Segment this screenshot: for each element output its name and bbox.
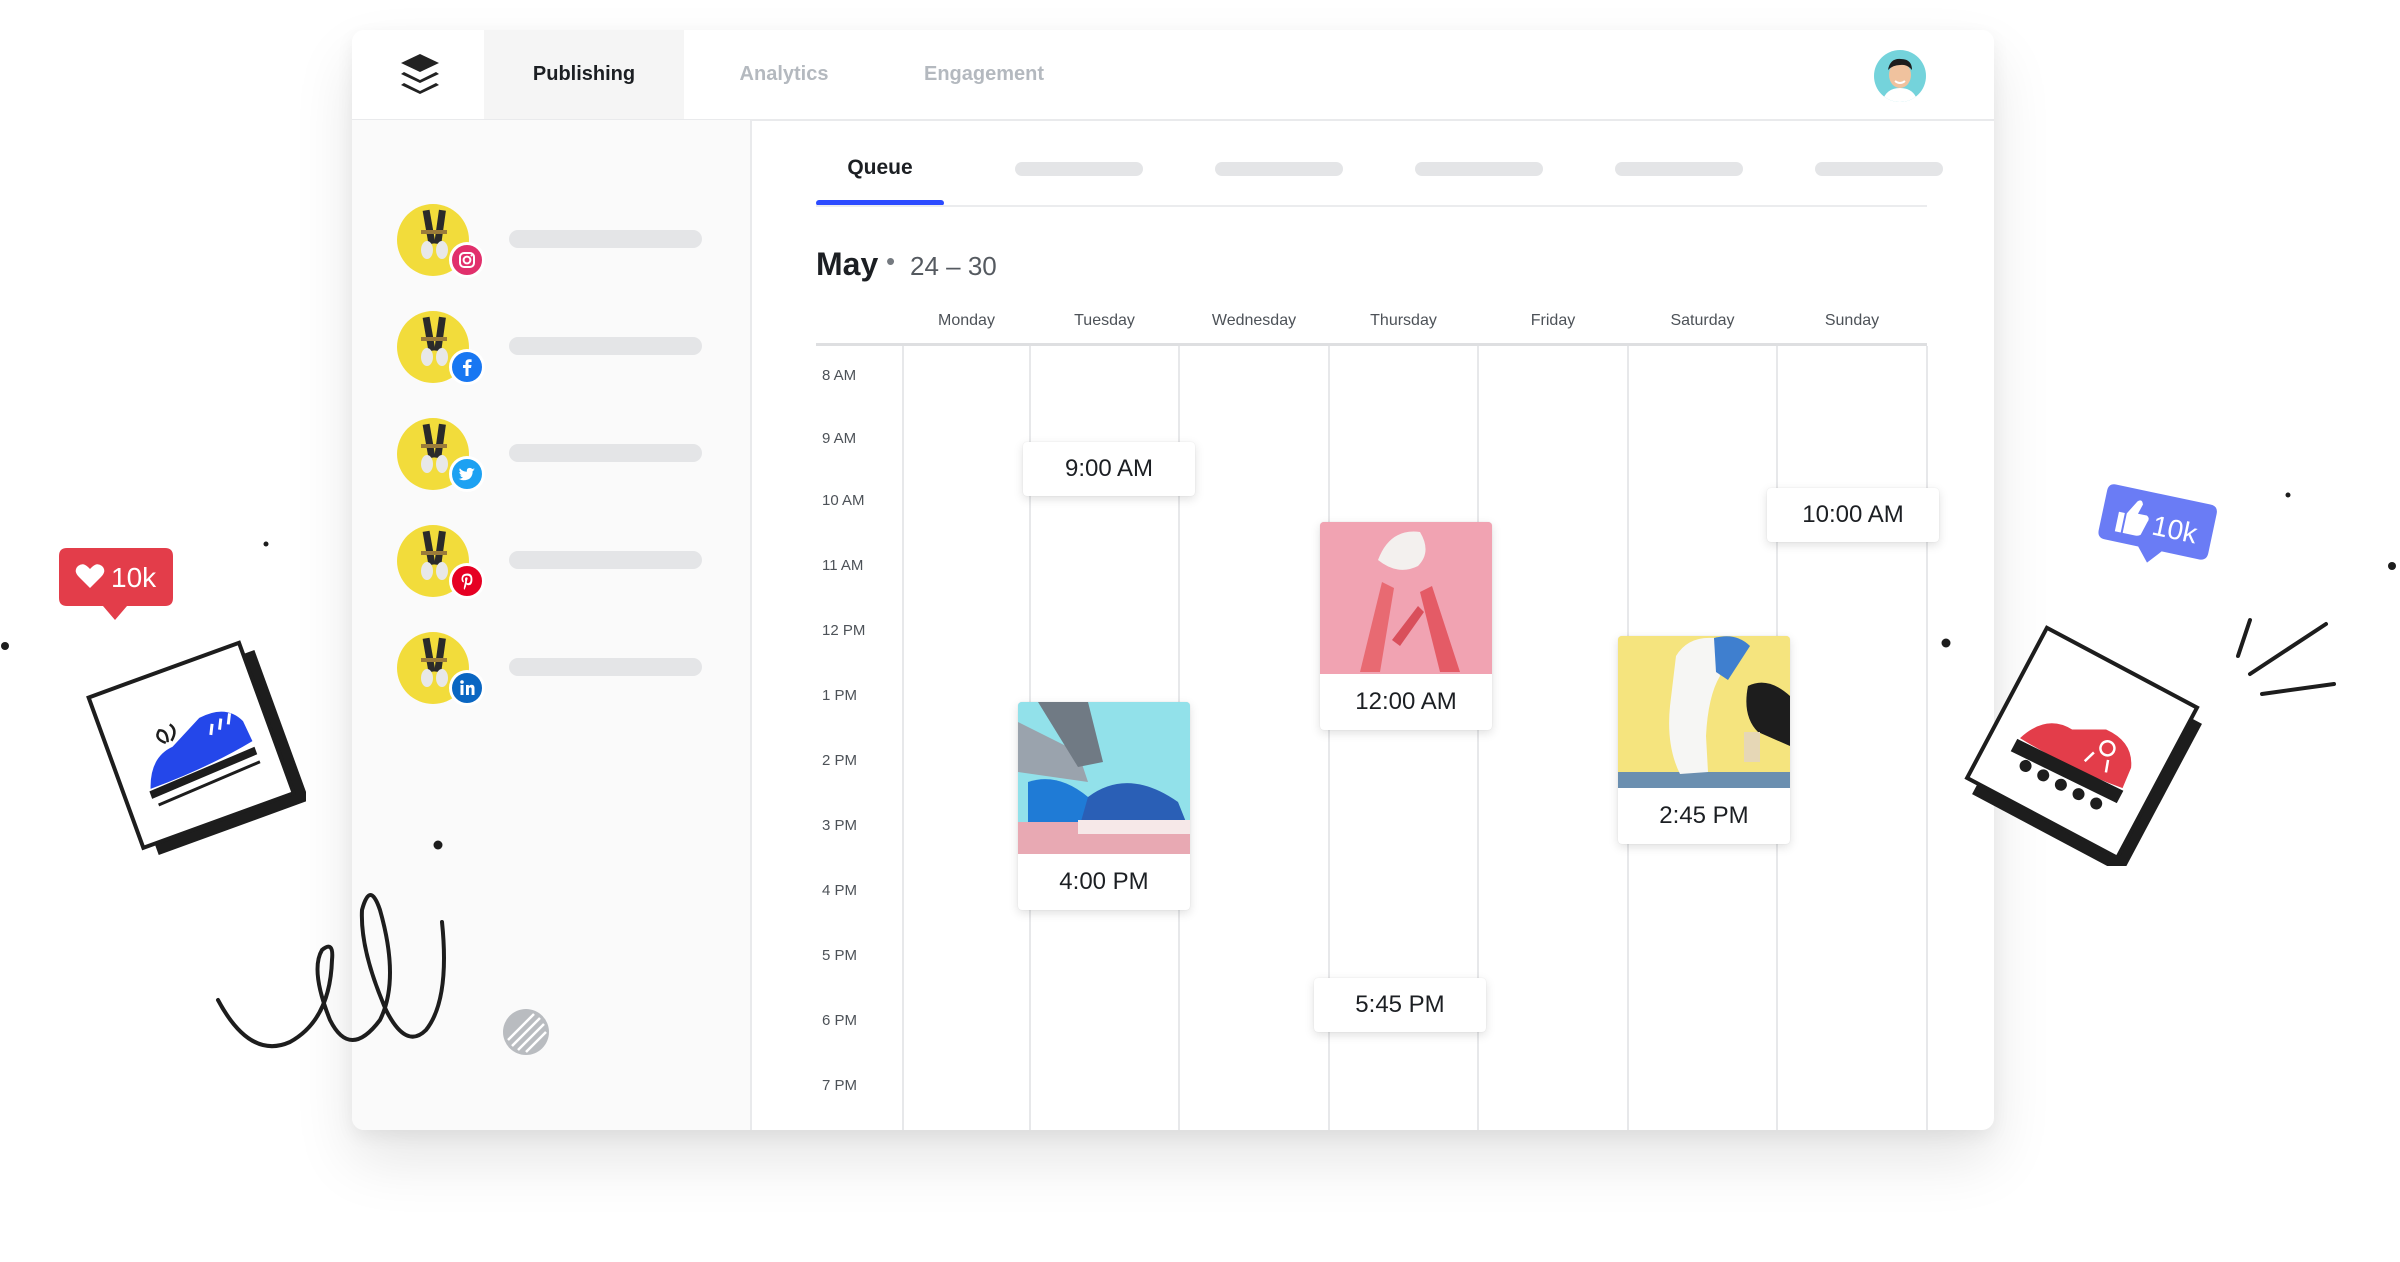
scheduled-post[interactable]: 12:00 AM xyxy=(1320,522,1492,730)
day-header-sunday: Sunday xyxy=(1824,312,1880,329)
subtab-placeholder[interactable] xyxy=(1215,162,1343,176)
post-time: 2:45 PM xyxy=(1659,802,1749,829)
post-time: 5:45 PM xyxy=(1355,991,1445,1018)
subtab-placeholder[interactable] xyxy=(1615,162,1743,176)
day-header-monday: Monday xyxy=(938,312,995,329)
post-time: 4:00 PM xyxy=(1059,868,1149,895)
column-divider xyxy=(902,346,904,1130)
hour-label: 3 PM xyxy=(822,817,858,834)
post-image xyxy=(1018,702,1190,854)
post-time: 12:00 AM xyxy=(1355,688,1457,715)
sidebar-profile-twitter[interactable] xyxy=(397,418,757,498)
tab-engagement[interactable]: Engagement xyxy=(884,30,1084,119)
hour-label: 1 PM xyxy=(822,687,858,704)
facebook-icon xyxy=(449,349,485,385)
like-notification-badge: 10k xyxy=(2092,482,2222,578)
post-image xyxy=(1618,636,1790,788)
hour-label: 9 AM xyxy=(822,430,857,447)
subtab-placeholder[interactable] xyxy=(1415,162,1543,176)
hour-label: 4 PM xyxy=(822,882,858,899)
sneaker-photo-icon xyxy=(1018,702,1190,854)
dot-decoration xyxy=(263,541,269,547)
profile-name-placeholder xyxy=(509,658,702,676)
dot-decoration xyxy=(433,840,443,850)
day-header-tuesday: Tuesday xyxy=(1074,312,1135,329)
subtab-divider xyxy=(816,205,1927,207)
linkedin-icon xyxy=(449,670,485,706)
dot-decoration xyxy=(1,642,9,650)
profile-name-placeholder xyxy=(509,337,702,355)
tab-analytics[interactable]: Analytics xyxy=(684,30,884,119)
sidebar-profile-instagram[interactable] xyxy=(397,204,757,284)
hour-label: 10 AM xyxy=(822,492,865,509)
day-header-wednesday: Wednesday xyxy=(1211,312,1297,329)
subtab-placeholder[interactable] xyxy=(1015,162,1143,176)
scheduled-post[interactable]: 5:45 PM xyxy=(1314,978,1486,1032)
user-avatar[interactable] xyxy=(1874,50,1926,102)
like-notification-badge: 10k xyxy=(57,546,175,628)
hour-label: 12 PM xyxy=(822,622,866,639)
calendar-header-divider xyxy=(816,343,1927,346)
app-window: Publishing Analytics Engagement Queue Ma… xyxy=(352,30,1994,1130)
calendar-panel: Queue May • 24 – 30 Monday Tuesday Wedne… xyxy=(752,120,1994,1130)
scheduled-post[interactable]: 9:00 AM xyxy=(1023,442,1195,496)
hour-label: 6 PM xyxy=(822,1012,858,1029)
textured-ball-icon xyxy=(503,1009,549,1055)
instagram-icon xyxy=(449,242,485,278)
user-face-icon xyxy=(1882,58,1918,102)
day-header-saturday: Saturday xyxy=(1670,312,1735,329)
pinterest-icon xyxy=(449,563,485,599)
sneaker-photo-icon xyxy=(1320,522,1492,674)
profile-name-placeholder xyxy=(509,551,702,569)
hour-label: 8 AM xyxy=(822,367,857,384)
dot-decoration xyxy=(2285,492,2291,498)
post-image xyxy=(1320,522,1492,674)
hour-label: 2 PM xyxy=(822,752,858,769)
dot-decoration xyxy=(2388,562,2396,570)
subtab-queue[interactable]: Queue xyxy=(816,156,944,180)
post-time: 9:00 AM xyxy=(1064,455,1154,482)
hour-label: 11 AM xyxy=(822,557,864,574)
hour-label: 7 PM xyxy=(822,1077,858,1094)
week-month: May xyxy=(816,246,879,282)
sidebar-profile-linkedin[interactable] xyxy=(397,632,757,712)
sneaker-card-illustration-icon xyxy=(1964,625,2202,866)
subtab-placeholder[interactable] xyxy=(1815,162,1943,176)
like-count: 10k xyxy=(111,562,157,593)
week-separator: • xyxy=(886,246,896,276)
column-divider xyxy=(1926,346,1928,1130)
squiggle-doodle-icon xyxy=(216,893,446,1049)
post-time: 10:00 AM xyxy=(1802,501,1904,528)
scheduled-post[interactable]: 10:00 AM xyxy=(1767,488,1939,542)
profile-name-placeholder xyxy=(509,230,702,248)
profile-name-placeholder xyxy=(509,444,702,462)
buffer-logo-icon[interactable] xyxy=(395,50,445,100)
hour-label: 5 PM xyxy=(822,947,858,964)
sidebar-profile-pinterest[interactable] xyxy=(397,525,757,605)
sneaker-card-illustration-icon xyxy=(86,640,306,856)
sneaker-photo-icon xyxy=(1618,636,1790,788)
scheduled-post[interactable]: 4:00 PM xyxy=(1018,702,1190,910)
top-navigation: Publishing Analytics Engagement xyxy=(352,30,1994,121)
week-range: 24 – 30 xyxy=(910,251,997,281)
day-header-thursday: Thursday xyxy=(1370,312,1437,329)
scheduled-post[interactable]: 2:45 PM xyxy=(1618,636,1790,844)
twitter-icon xyxy=(449,456,485,492)
burst-lines-icon xyxy=(2236,618,2336,696)
sidebar-profile-facebook[interactable] xyxy=(397,311,757,391)
tab-publishing[interactable]: Publishing xyxy=(484,30,684,119)
day-header-friday: Friday xyxy=(1530,312,1576,329)
